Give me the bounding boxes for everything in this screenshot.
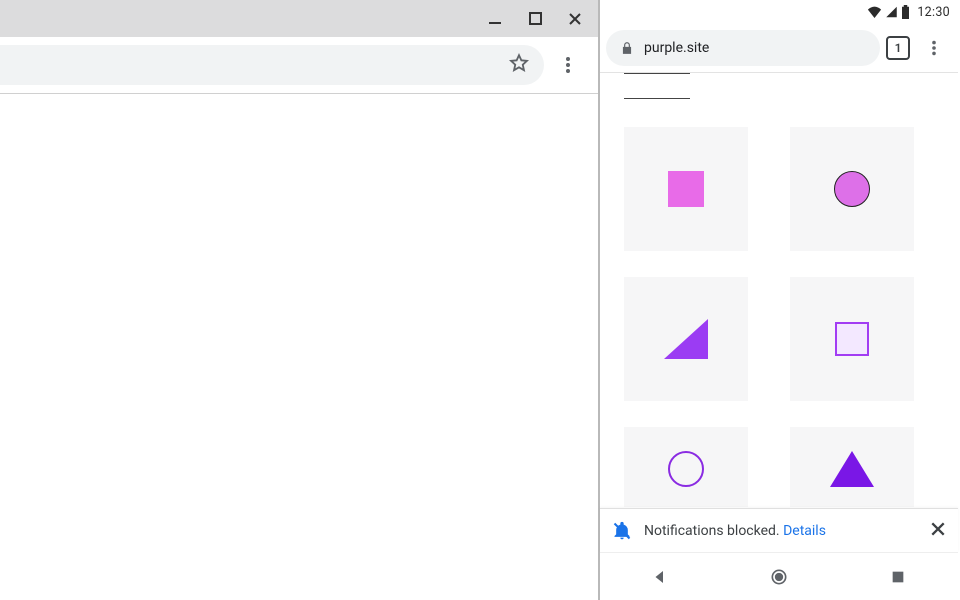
shape-grid <box>624 127 934 401</box>
infobar-close-button[interactable] <box>930 521 946 541</box>
mobile-toolbar: purple.site 1 <box>600 24 958 72</box>
cellular-icon <box>885 6 898 18</box>
desktop-toolbar <box>0 37 598 93</box>
nav-recents-button[interactable] <box>874 553 922 600</box>
desktop-chrome-window <box>0 0 600 600</box>
tile-pink-square[interactable] <box>624 127 748 251</box>
desktop-toolbar-divider <box>0 93 598 94</box>
desktop-menu-button[interactable] <box>544 45 592 85</box>
kebab-icon <box>558 55 578 75</box>
close-icon <box>568 12 582 26</box>
mobile-url-text: purple.site <box>644 40 709 56</box>
close-window-button[interactable] <box>556 4 594 34</box>
battery-icon <box>901 5 910 19</box>
purple-triangle-icon <box>664 319 708 359</box>
minimize-icon <box>488 12 502 26</box>
lock-icon <box>620 41 634 55</box>
omnibox[interactable] <box>0 45 544 85</box>
tile-circle-outline[interactable] <box>624 427 748 507</box>
kebab-icon <box>925 39 943 57</box>
tabs-count: 1 <box>895 41 902 55</box>
purple-circle-outline-icon <box>668 451 704 487</box>
content-underline-2 <box>624 98 690 99</box>
mobile-menu-button[interactable] <box>916 30 952 66</box>
pink-circle-icon <box>834 171 870 207</box>
nav-back-button[interactable] <box>636 553 684 600</box>
tile-triangle-solid[interactable] <box>790 427 914 507</box>
nav-back-icon <box>651 568 669 586</box>
bell-off-icon <box>612 521 632 541</box>
status-clock: 12:30 <box>917 5 950 20</box>
maximize-button[interactable] <box>516 4 554 34</box>
minimize-button[interactable] <box>476 4 514 34</box>
wifi-icon <box>867 6 882 18</box>
bookmark-star-button[interactable] <box>508 52 530 78</box>
window-titlebar <box>0 0 598 37</box>
maximize-icon <box>529 12 542 25</box>
mobile-device: 12:30 purple.site 1 Notifications bloc <box>598 0 958 600</box>
mobile-url-bar[interactable]: purple.site <box>606 30 880 66</box>
tile-square-outline[interactable] <box>790 277 914 401</box>
purple-square-outline-icon <box>835 322 869 356</box>
pink-square-icon <box>668 171 704 207</box>
infobar-details-link[interactable]: Details <box>783 523 826 539</box>
notifications-infobar: Notifications blocked. Details <box>600 508 958 552</box>
android-statusbar: 12:30 <box>600 0 958 24</box>
android-navbar <box>600 552 958 600</box>
tile-pink-circle[interactable] <box>790 127 914 251</box>
nav-home-button[interactable] <box>755 553 803 600</box>
purple-triangle-up-icon <box>830 451 874 487</box>
nav-recents-icon <box>890 569 906 585</box>
nav-home-icon <box>769 567 789 587</box>
tile-purple-triangle[interactable] <box>624 277 748 401</box>
tabs-button[interactable]: 1 <box>886 36 910 60</box>
close-icon <box>930 521 946 537</box>
content-underline-1 <box>624 73 690 74</box>
star-icon <box>508 52 530 74</box>
shape-grid-row3 <box>624 427 934 507</box>
infobar-text: Notifications blocked. Details <box>644 523 826 539</box>
